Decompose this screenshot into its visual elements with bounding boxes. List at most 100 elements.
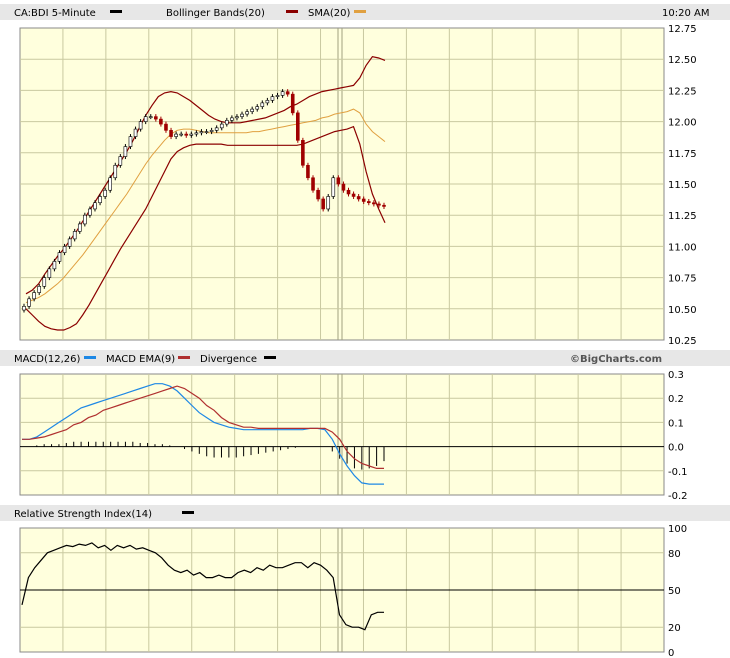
candle-body (42, 277, 47, 287)
price-y-tick-label: 11.00 (668, 242, 697, 253)
candle-body (351, 193, 356, 197)
candle-body (382, 204, 386, 207)
candle-body (346, 189, 351, 195)
candle-body (67, 238, 72, 247)
price-y-tick-label: 10.50 (668, 305, 697, 316)
candle-body (296, 112, 300, 141)
candle-body (113, 164, 118, 179)
candle-body (57, 252, 62, 262)
macd-y-tick-label: 0.0 (668, 443, 684, 454)
candle-body (255, 106, 260, 110)
candle-body (194, 132, 199, 135)
candle-body (366, 201, 371, 204)
macd-y-tick-label: 0.1 (668, 418, 684, 429)
candle-body (250, 108, 254, 112)
candle-body (316, 189, 320, 200)
chart-canvas: CA:BDI 5-Minute Bollinger Bands(20) SMA(… (0, 4, 730, 658)
candle-body (331, 177, 336, 197)
candle-body (179, 133, 183, 136)
candle-body (189, 133, 194, 136)
candle-body (356, 196, 361, 200)
copyright-label: ©BigCharts.com (570, 354, 662, 365)
candle-body (98, 196, 102, 204)
macd-ema-legend-label: MACD EMA(9) (106, 354, 175, 365)
candle-body (108, 177, 112, 191)
candle-body (372, 202, 376, 205)
macd-y-tick-label: 0.2 (668, 394, 684, 405)
rsi-y-tick-label: 50 (668, 586, 681, 597)
candle-body (154, 116, 158, 120)
candle-body (361, 198, 366, 202)
rsi-legend-swatch (182, 511, 194, 514)
candle-body (93, 202, 97, 210)
candle-body (336, 177, 341, 185)
candle-body (133, 128, 138, 137)
candle-body (341, 183, 346, 191)
symbol-label: CA:BDI 5-Minute (14, 8, 96, 19)
candle-body (128, 136, 133, 147)
candle-body (27, 298, 31, 307)
candle-body (285, 91, 290, 95)
candle-body (204, 131, 209, 133)
candle-body (235, 116, 239, 119)
macd-y-tick-label: -0.2 (668, 491, 688, 502)
price-y-tick-label: 10.25 (668, 336, 697, 347)
candle-body (47, 268, 52, 278)
candle-body (88, 208, 92, 216)
candle-body (377, 203, 381, 206)
candle-body (275, 95, 280, 97)
candle-body (326, 196, 331, 210)
rsi-legend-label: Relative Strength Index(14) (14, 509, 152, 520)
macd-y-tick-label: -0.1 (668, 467, 688, 478)
candle-body (225, 120, 229, 125)
rsi-y-tick-label: 20 (668, 623, 681, 634)
candle-body (260, 102, 265, 107)
candle-body (214, 127, 219, 131)
price-y-tick-label: 11.75 (668, 149, 697, 160)
candle-body (230, 117, 234, 121)
macd-legend-swatch (84, 356, 96, 359)
candle-body (164, 123, 168, 131)
candle-body (240, 113, 244, 117)
price-y-tick-label: 12.25 (668, 86, 697, 97)
candle-body (62, 246, 67, 253)
candle-body (265, 100, 270, 104)
candle-body (209, 130, 214, 132)
rsi-y-tick-label: 0 (668, 648, 674, 658)
price-y-tick-label: 12.00 (668, 118, 697, 129)
divergence-legend-label: Divergence (200, 354, 257, 365)
candle-body (118, 156, 123, 166)
candle-body (219, 123, 224, 129)
candle-body (290, 93, 295, 114)
candle-body (270, 96, 275, 101)
candle-body (83, 214, 87, 225)
candle-body (311, 177, 315, 191)
price-y-tick-label: 11.50 (668, 180, 697, 191)
price-y-tick-label: 11.25 (668, 211, 697, 222)
time-label: 10:20 AM (662, 8, 709, 19)
candle-body (143, 116, 148, 122)
price-y-tick-label: 12.75 (668, 24, 697, 35)
candle-body (306, 164, 310, 179)
bollinger-legend-swatch (286, 10, 298, 13)
candle-body (174, 133, 178, 137)
candle-body (103, 189, 107, 197)
candle-body (22, 306, 26, 311)
candle-body (138, 121, 143, 130)
macd-ema-legend-swatch (178, 356, 190, 359)
candle-body (52, 261, 57, 270)
candle-body (148, 116, 153, 118)
macd-y-tick-label: 0.3 (668, 370, 684, 381)
candle-body (280, 91, 285, 96)
price-y-tick-label: 10.75 (668, 274, 697, 285)
candle-body (321, 198, 325, 210)
candle-body (123, 146, 128, 157)
candle-body (32, 292, 36, 300)
candle-body (199, 131, 204, 134)
candle-body (159, 118, 163, 125)
candle-body (245, 111, 249, 115)
candle-body (37, 286, 42, 293)
symbol-legend-swatch (110, 10, 122, 13)
candle-body (184, 133, 189, 136)
rsi-y-tick-label: 80 (668, 549, 681, 560)
